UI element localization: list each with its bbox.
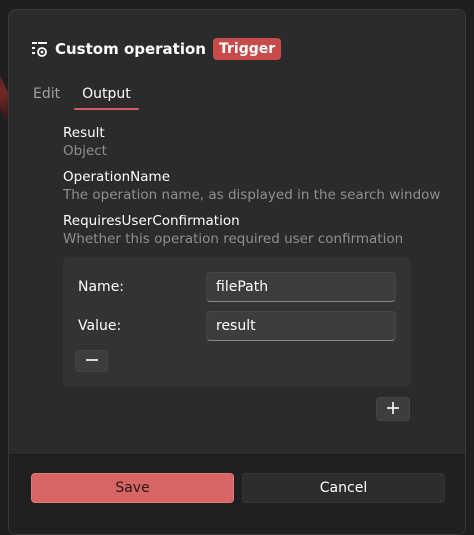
add-parameter-button[interactable] — [376, 397, 410, 421]
field-description: The operation name, as displayed in the … — [63, 187, 441, 203]
value-label: Value: — [78, 318, 122, 334]
dialog-footer: Save Cancel — [9, 454, 465, 534]
trigger-badge: Trigger — [212, 38, 282, 60]
parameter-value-row: Value: — [78, 310, 398, 342]
field-name: OperationName — [63, 169, 171, 185]
cancel-button[interactable]: Cancel — [242, 473, 445, 503]
plus-icon — [386, 400, 400, 419]
parameter-name-row: Name: — [78, 271, 398, 303]
tab-bar: Edit Output — [33, 86, 153, 110]
name-label: Name: — [78, 279, 125, 295]
tab-edit[interactable]: Edit — [33, 86, 60, 110]
tab-output[interactable]: Output — [74, 86, 139, 110]
output-field-requires-user-confirmation: RequiresUserConfirmation Whether this op… — [63, 212, 453, 248]
field-description: Whether this operation required user con… — [63, 231, 404, 247]
name-input[interactable] — [206, 272, 396, 302]
save-button[interactable]: Save — [31, 473, 234, 503]
value-input[interactable] — [206, 311, 396, 341]
custom-operation-dialog: Custom operation Trigger Edit Output Res… — [8, 9, 466, 535]
field-name: RequiresUserConfirmation — [63, 213, 240, 229]
dialog-header: Custom operation Trigger — [31, 36, 282, 62]
output-field-list: Result Object OperationName The operatio… — [63, 124, 453, 256]
remove-parameter-button[interactable] — [75, 350, 108, 372]
output-field-result: Result Object — [63, 124, 453, 160]
minus-icon — [85, 352, 99, 371]
dialog-title: Custom operation — [55, 40, 206, 58]
field-description: Object — [63, 143, 107, 159]
output-parameter-panel: Name: Value: — [63, 257, 411, 387]
custom-operation-icon — [31, 40, 49, 58]
output-field-operation-name: OperationName The operation name, as dis… — [63, 168, 453, 204]
field-name: Result — [63, 125, 105, 141]
